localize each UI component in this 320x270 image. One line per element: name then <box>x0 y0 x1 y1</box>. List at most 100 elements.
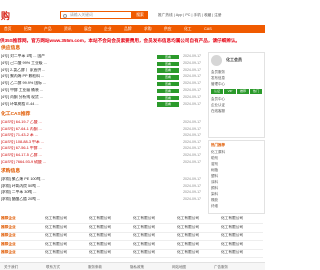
grid-divider <box>1 223 263 224</box>
cas-row[interactable]: [CAS号] 64-19-7 乙酸 ... 2024-09-17 <box>1 120 201 127</box>
supply-row[interactable]: [4号] 对二甲苯 1吨 ... 国产 查看 2024-09-17 <box>1 54 201 61</box>
footer-link[interactable]: 关于我们 <box>4 265 18 269</box>
view-button[interactable]: 查看 <box>157 81 179 87</box>
cas-row[interactable]: [CAS号] 67-64-1 丙酮 ... 2024-09-17 <box>1 127 201 134</box>
promo-line[interactable]: 涂料 <box>211 180 218 184</box>
user-line[interactable]: 会员服务 <box>211 70 225 74</box>
promo-line[interactable]: 树脂 <box>211 168 218 172</box>
nav-item[interactable]: 首页 <box>4 27 12 32</box>
top-links[interactable]: 推广热线 | App | PC | 手机 | 收藏 | 注册 <box>158 13 222 18</box>
nav-item[interactable]: 求购 <box>144 27 152 32</box>
search-box[interactable]: 请输入关键词 <box>60 11 132 19</box>
company-link[interactable]: 化工有限公司 <box>177 216 220 222</box>
user-line[interactable]: 会员中心 <box>211 97 225 101</box>
buy-row[interactable]: [求购] 聚乙烯 PE 100吨 ... 2024-09-17 <box>1 177 201 184</box>
company-link[interactable]: 化工有限公司 <box>177 225 220 231</box>
supply-row[interactable]: [4号] 己二酸 99% 工业级 ... 查看 2024-09-17 <box>1 61 201 68</box>
footer-link[interactable]: 联系方式 <box>46 265 60 269</box>
company-link[interactable]: 化工有限公司 <box>133 225 176 231</box>
nav-item[interactable]: CAS <box>204 27 212 32</box>
cas-row[interactable]: [CAS号] 67-56-1 甲醇 ... 2024-09-17 <box>1 146 201 153</box>
promo-line[interactable]: 染料 <box>211 192 218 196</box>
tag-badge[interactable]: 认证 <box>211 89 223 94</box>
supply-row[interactable]: [4号] 环氧树脂 E-44 ... 查看 2024-09-17 <box>1 102 201 109</box>
footer-link[interactable]: 服务条款 <box>88 265 102 269</box>
promo-line[interactable]: 塑料 <box>211 174 218 178</box>
nav-item[interactable]: 品牌 <box>124 27 132 32</box>
nav-item[interactable]: 资讯 <box>64 27 72 32</box>
grid-divider <box>1 257 263 258</box>
user-line[interactable]: 管理中心 <box>211 82 225 86</box>
avatar[interactable] <box>211 55 222 66</box>
company-link[interactable]: 化工有限公司 <box>89 233 132 239</box>
company-link[interactable]: 化工有限公司 <box>177 250 220 256</box>
user-line[interactable]: 在线客服 <box>211 109 225 113</box>
promo-line[interactable]: 颜料 <box>211 186 218 190</box>
cas-row[interactable]: [CAS号] 108-88-3 甲苯 ... 2024-09-17 <box>1 140 201 147</box>
company-link[interactable]: 化工有限公司 <box>221 225 264 231</box>
nav-item[interactable]: 供应 <box>164 27 172 32</box>
company-link[interactable]: 化工有限公司 <box>221 233 264 239</box>
user-line[interactable]: 企业认证 <box>211 103 225 107</box>
tag-badge[interactable]: VIP <box>224 89 236 94</box>
nav-item[interactable]: 产品 <box>44 27 52 32</box>
nav-item[interactable]: 企业 <box>104 27 112 32</box>
company-link[interactable]: 化工有限公司 <box>133 242 176 248</box>
supply-row[interactable]: [4号] 甲醇 工业级 桶装 ... 查看 2024-09-17 <box>1 88 201 95</box>
promo-line[interactable]: 化工原料 <box>211 150 225 154</box>
view-button[interactable]: 查看 <box>157 68 179 73</box>
view-button[interactable]: 查看 <box>157 54 179 60</box>
cas-row[interactable]: [CAS号] 64-17-5 乙醇 ... 2024-09-17 <box>1 153 201 160</box>
buy-row[interactable]: [求购] 醋酸乙酯 20吨 ... 2024-09-17 <box>1 197 201 204</box>
buy-row[interactable]: [求购] 环氧丙烷 50吨 ... 2024-09-17 <box>1 184 201 191</box>
footer-link[interactable]: 网站地图 <box>172 265 186 269</box>
cas-row[interactable]: [CAS号] 71-43-2 苯 ... 2024-09-17 <box>1 133 201 140</box>
user-line[interactable]: 发布信息 <box>211 76 225 80</box>
company-link[interactable]: 化工有限公司 <box>177 242 220 248</box>
view-button[interactable]: 查看 <box>157 88 179 94</box>
company-link[interactable]: 化工有限公司 <box>45 242 88 248</box>
view-button[interactable]: 查看 <box>157 102 179 107</box>
header: 购 请输入关键词 搜索 推广热线 | App | PC | 手机 | 收藏 | … <box>0 0 265 36</box>
nav-item[interactable]: 展会 <box>84 27 92 32</box>
nav-item[interactable]: 招商 <box>24 27 32 32</box>
supply-row[interactable]: [4号] 2-氯乙醇 厂家直供 ... 查看 2024-09-17 <box>1 68 201 75</box>
view-button[interactable]: 查看 <box>157 75 179 80</box>
promo-line[interactable]: 纤维 <box>211 204 218 208</box>
tag-badge[interactable]: 推荐 <box>237 89 249 94</box>
nav-item[interactable]: 化工 <box>184 27 192 32</box>
search-input[interactable]: 请输入关键词 <box>70 13 93 18</box>
grid-category-label: 推荐企业 <box>1 241 16 246</box>
company-link[interactable]: 化工有限公司 <box>45 225 88 231</box>
supply-row[interactable]: [4号] 乙二醇 99.9% 国标 ... 查看 2024-09-17 <box>1 81 201 88</box>
company-link[interactable]: 化工有限公司 <box>89 250 132 256</box>
company-link[interactable]: 化工有限公司 <box>133 250 176 256</box>
footer-link[interactable]: 隐私政策 <box>130 265 144 269</box>
company-link[interactable]: 化工有限公司 <box>45 250 88 256</box>
supply-row[interactable]: [4号] 丙酮 分析纯 现货 ... 查看 2024-09-17 <box>1 95 201 102</box>
company-link[interactable]: 化工有限公司 <box>133 216 176 222</box>
promo-line[interactable]: 助剂 <box>211 156 218 160</box>
company-link[interactable]: 化工有限公司 <box>89 216 132 222</box>
company-link[interactable]: 化工有限公司 <box>45 216 88 222</box>
cas-row[interactable]: [CAS号] 7664-93-9 硫酸 ... 2024-09-17 <box>1 160 201 167</box>
promo-line[interactable]: 溶剂 <box>211 162 218 166</box>
company-link[interactable]: 化工有限公司 <box>89 242 132 248</box>
grid-category-label: 推荐企业 <box>1 250 16 254</box>
view-button[interactable]: 查看 <box>157 61 179 66</box>
buy-row[interactable]: [求购] 二甲苯 30吨 ... 2024-09-17 <box>1 190 201 197</box>
promo-line[interactable]: 橡胶 <box>211 198 218 202</box>
footer-link[interactable]: 广告服务 <box>214 265 228 269</box>
company-link[interactable]: 化工有限公司 <box>221 250 264 256</box>
company-link[interactable]: 化工有限公司 <box>177 233 220 239</box>
company-link[interactable]: 化工有限公司 <box>89 225 132 231</box>
company-link[interactable]: 化工有限公司 <box>221 242 264 248</box>
supply-row[interactable]: [4号] 聚丙烯 PP 颗粒料 ... 查看 2024-09-17 <box>1 74 201 81</box>
site-logo[interactable]: 购 <box>1 11 10 22</box>
view-button[interactable]: 查看 <box>157 95 179 100</box>
company-link[interactable]: 化工有限公司 <box>133 233 176 239</box>
tag-badge[interactable]: 热门 <box>250 89 262 94</box>
company-link[interactable]: 化工有限公司 <box>221 216 264 222</box>
company-link[interactable]: 化工有限公司 <box>45 233 88 239</box>
search-button[interactable]: 搜索 <box>132 11 148 19</box>
